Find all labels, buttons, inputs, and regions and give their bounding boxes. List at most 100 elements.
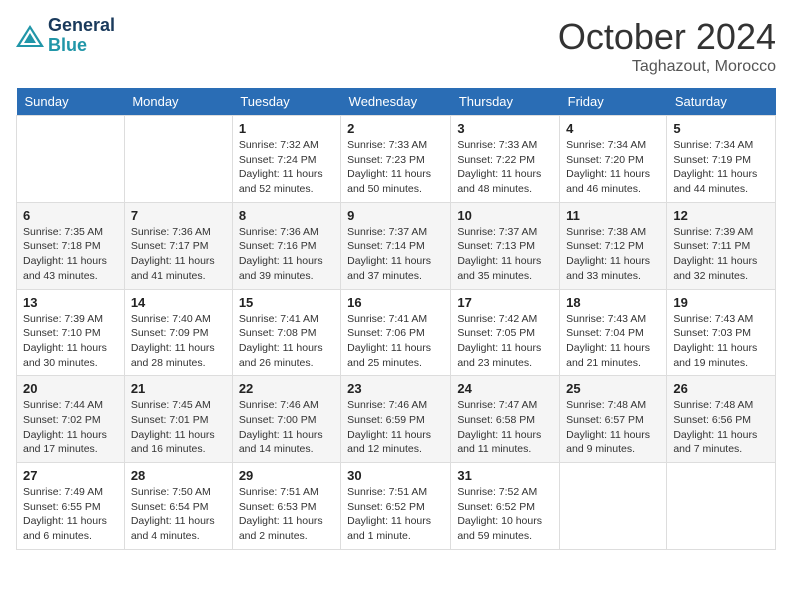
day-number: 8: [239, 208, 334, 223]
calendar-cell: 23 Sunrise: 7:46 AM Sunset: 6:59 PM Dayli…: [341, 376, 451, 463]
calendar-cell: 2Sunrise: 7:33 AM Sunset: 7:23 PM Daylig…: [341, 116, 451, 203]
calendar-cell: 31 Sunrise: 7:52 AM Sunset: 6:52 PM Dayli…: [451, 463, 560, 550]
day-info: Sunrise: 7:49 AM Sunset: 6:55 PM Dayligh…: [23, 485, 118, 544]
calendar-cell: 13 Sunrise: 7:39 AM Sunset: 7:10 PM Dayli…: [17, 289, 125, 376]
day-number: 10: [457, 208, 553, 223]
day-number: 20: [23, 381, 118, 396]
day-info: Sunrise: 7:34 AM Sunset: 7:19 PM Dayligh…: [673, 138, 769, 197]
calendar-cell: 22 Sunrise: 7:46 AM Sunset: 7:00 PM Dayli…: [232, 376, 340, 463]
calendar-cell: 1 Sunrise: 7:32 AM Sunset: 7:24 PM Daylig…: [232, 116, 340, 203]
day-info: Sunrise: 7:44 AM Sunset: 7:02 PM Dayligh…: [23, 398, 118, 457]
day-info: Sunrise: 7:43 AM Sunset: 7:04 PM Dayligh…: [566, 312, 660, 371]
day-number: 2: [347, 121, 444, 136]
calendar-cell: 27Sunrise: 7:49 AM Sunset: 6:55 PM Dayli…: [17, 463, 125, 550]
calendar-week-row: 13 Sunrise: 7:39 AM Sunset: 7:10 PM Dayli…: [17, 289, 776, 376]
calendar-cell: 15 Sunrise: 7:41 AM Sunset: 7:08 PM Dayli…: [232, 289, 340, 376]
weekday-header-saturday: Saturday: [667, 88, 776, 116]
calendar-week-row: 1 Sunrise: 7:32 AM Sunset: 7:24 PM Daylig…: [17, 116, 776, 203]
day-info: Sunrise: 7:48 AM Sunset: 6:57 PM Dayligh…: [566, 398, 660, 457]
weekday-header-friday: Friday: [560, 88, 667, 116]
day-number: 11: [566, 208, 660, 223]
logo-text: General Blue: [48, 16, 115, 56]
day-info: Sunrise: 7:36 AM Sunset: 7:17 PM Dayligh…: [131, 225, 226, 284]
calendar-cell: 19 Sunrise: 7:43 AM Sunset: 7:03 PM Dayli…: [667, 289, 776, 376]
day-number: 6: [23, 208, 118, 223]
day-number: 5: [673, 121, 769, 136]
calendar-cell: 5 Sunrise: 7:34 AM Sunset: 7:19 PM Daylig…: [667, 116, 776, 203]
day-number: 14: [131, 295, 226, 310]
day-info: Sunrise: 7:46 AM Sunset: 7:00 PM Dayligh…: [239, 398, 334, 457]
day-number: 29: [239, 468, 334, 483]
calendar-week-row: 6Sunrise: 7:35 AM Sunset: 7:18 PM Daylig…: [17, 202, 776, 289]
day-number: 13: [23, 295, 118, 310]
day-number: 19: [673, 295, 769, 310]
day-number: 26: [673, 381, 769, 396]
day-info: Sunrise: 7:33 AM Sunset: 7:22 PM Dayligh…: [457, 138, 553, 197]
day-info: Sunrise: 7:43 AM Sunset: 7:03 PM Dayligh…: [673, 312, 769, 371]
calendar-cell: 11 Sunrise: 7:38 AM Sunset: 7:12 PM Dayli…: [560, 202, 667, 289]
day-info: Sunrise: 7:41 AM Sunset: 7:06 PM Dayligh…: [347, 312, 444, 371]
day-number: 21: [131, 381, 226, 396]
title-section: October 2024 Taghazout, Morocco: [558, 16, 776, 76]
weekday-header-monday: Monday: [124, 88, 232, 116]
day-number: 3: [457, 121, 553, 136]
calendar-week-row: 20 Sunrise: 7:44 AM Sunset: 7:02 PM Dayli…: [17, 376, 776, 463]
day-info: Sunrise: 7:39 AM Sunset: 7:10 PM Dayligh…: [23, 312, 118, 371]
calendar-cell: 6Sunrise: 7:35 AM Sunset: 7:18 PM Daylig…: [17, 202, 125, 289]
day-number: 30: [347, 468, 444, 483]
day-info: Sunrise: 7:40 AM Sunset: 7:09 PM Dayligh…: [131, 312, 226, 371]
weekday-header-tuesday: Tuesday: [232, 88, 340, 116]
day-info: Sunrise: 7:52 AM Sunset: 6:52 PM Dayligh…: [457, 485, 553, 544]
day-number: 7: [131, 208, 226, 223]
calendar-cell: 28 Sunrise: 7:50 AM Sunset: 6:54 PM Dayli…: [124, 463, 232, 550]
day-info: Sunrise: 7:46 AM Sunset: 6:59 PM Dayligh…: [347, 398, 444, 457]
day-number: 1: [239, 121, 334, 136]
location-title: Taghazout, Morocco: [558, 58, 776, 76]
calendar-cell: 29 Sunrise: 7:51 AM Sunset: 6:53 PM Dayli…: [232, 463, 340, 550]
calendar-cell: 16 Sunrise: 7:41 AM Sunset: 7:06 PM Dayli…: [341, 289, 451, 376]
day-number: 23: [347, 381, 444, 396]
day-info: Sunrise: 7:47 AM Sunset: 6:58 PM Dayligh…: [457, 398, 553, 457]
page-header: General Blue October 2024 Taghazout, Mor…: [16, 16, 776, 76]
day-info: Sunrise: 7:38 AM Sunset: 7:12 PM Dayligh…: [566, 225, 660, 284]
day-info: Sunrise: 7:37 AM Sunset: 7:13 PM Dayligh…: [457, 225, 553, 284]
weekday-header-wednesday: Wednesday: [341, 88, 451, 116]
day-number: 28: [131, 468, 226, 483]
day-info: Sunrise: 7:48 AM Sunset: 6:56 PM Dayligh…: [673, 398, 769, 457]
calendar-cell: [667, 463, 776, 550]
calendar-week-row: 27Sunrise: 7:49 AM Sunset: 6:55 PM Dayli…: [17, 463, 776, 550]
calendar-cell: 14 Sunrise: 7:40 AM Sunset: 7:09 PM Dayli…: [124, 289, 232, 376]
calendar-cell: 20 Sunrise: 7:44 AM Sunset: 7:02 PM Dayli…: [17, 376, 125, 463]
calendar-table: SundayMondayTuesdayWednesdayThursdayFrid…: [16, 88, 776, 550]
day-info: Sunrise: 7:41 AM Sunset: 7:08 PM Dayligh…: [239, 312, 334, 371]
day-info: Sunrise: 7:50 AM Sunset: 6:54 PM Dayligh…: [131, 485, 226, 544]
day-number: 18: [566, 295, 660, 310]
calendar-cell: 8Sunrise: 7:36 AM Sunset: 7:16 PM Daylig…: [232, 202, 340, 289]
calendar-cell: 7 Sunrise: 7:36 AM Sunset: 7:17 PM Daylig…: [124, 202, 232, 289]
calendar-cell: 21 Sunrise: 7:45 AM Sunset: 7:01 PM Dayli…: [124, 376, 232, 463]
day-number: 16: [347, 295, 444, 310]
calendar-header-row: SundayMondayTuesdayWednesdayThursdayFrid…: [17, 88, 776, 116]
day-info: Sunrise: 7:51 AM Sunset: 6:53 PM Dayligh…: [239, 485, 334, 544]
calendar-cell: 24 Sunrise: 7:47 AM Sunset: 6:58 PM Dayli…: [451, 376, 560, 463]
day-number: 25: [566, 381, 660, 396]
day-info: Sunrise: 7:39 AM Sunset: 7:11 PM Dayligh…: [673, 225, 769, 284]
calendar-cell: [560, 463, 667, 550]
calendar-cell: 25 Sunrise: 7:48 AM Sunset: 6:57 PM Dayli…: [560, 376, 667, 463]
day-info: Sunrise: 7:37 AM Sunset: 7:14 PM Dayligh…: [347, 225, 444, 284]
day-number: 22: [239, 381, 334, 396]
day-number: 15: [239, 295, 334, 310]
calendar-cell: 3 Sunrise: 7:33 AM Sunset: 7:22 PM Daylig…: [451, 116, 560, 203]
day-number: 24: [457, 381, 553, 396]
day-info: Sunrise: 7:32 AM Sunset: 7:24 PM Dayligh…: [239, 138, 334, 197]
calendar-cell: [17, 116, 125, 203]
calendar-cell: 30Sunrise: 7:51 AM Sunset: 6:52 PM Dayli…: [341, 463, 451, 550]
day-info: Sunrise: 7:45 AM Sunset: 7:01 PM Dayligh…: [131, 398, 226, 457]
weekday-header-thursday: Thursday: [451, 88, 560, 116]
logo-icon: [16, 25, 44, 47]
day-number: 31: [457, 468, 553, 483]
calendar-cell: [124, 116, 232, 203]
day-number: 4: [566, 121, 660, 136]
calendar-cell: 9Sunrise: 7:37 AM Sunset: 7:14 PM Daylig…: [341, 202, 451, 289]
weekday-header-sunday: Sunday: [17, 88, 125, 116]
